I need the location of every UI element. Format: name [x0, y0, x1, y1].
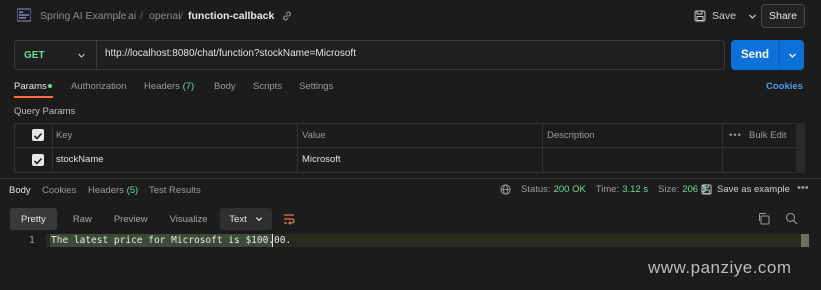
- check-icon: [33, 132, 43, 140]
- tab-scripts[interactable]: Scripts: [253, 81, 282, 92]
- tab-params[interactable]: Params: [14, 81, 47, 92]
- header-checkbox-cell: [15, 124, 53, 148]
- param-value: Microsoft: [302, 154, 341, 165]
- param-description-cell[interactable]: [543, 148, 723, 172]
- response-format-bar: Pretty Raw Preview Visualize: [10, 208, 218, 230]
- cookies-link[interactable]: Cookies: [766, 81, 803, 92]
- save-label: Save: [712, 10, 736, 22]
- select-all-checkbox[interactable]: [32, 129, 44, 141]
- save-icon: [694, 10, 706, 22]
- param-key: stockName: [56, 154, 104, 165]
- tab-headers-label: Headers: [144, 81, 180, 92]
- tab-body[interactable]: Body: [214, 81, 236, 92]
- chevron-down-icon: [77, 53, 85, 58]
- search-icon[interactable]: [785, 212, 798, 225]
- breadcrumb-separator: /: [140, 10, 143, 22]
- line-number: 1: [29, 235, 35, 246]
- text-caret: [272, 234, 273, 247]
- format-visualize-button[interactable]: Visualize: [159, 208, 219, 230]
- query-params-table: Key Value Description ••• Bulk Edit stoc…: [14, 123, 797, 173]
- save-as-example-button[interactable]: Save as example: [701, 184, 790, 195]
- save-as-example-label: Save as example: [717, 184, 790, 195]
- format-pretty-button[interactable]: Pretty: [10, 208, 57, 230]
- time-value[interactable]: 3.12 s: [622, 184, 648, 195]
- link-icon[interactable]: [281, 10, 293, 22]
- column-header-value: Value: [298, 124, 543, 148]
- more-options-icon[interactable]: •••: [729, 130, 742, 141]
- breadcrumb-separator: /: [118, 10, 121, 22]
- column-header-value-label: Value: [302, 130, 326, 141]
- param-key-cell[interactable]: stockName: [53, 148, 298, 172]
- column-header-actions: ••• Bulk Edit: [723, 124, 797, 148]
- copy-icon[interactable]: [757, 212, 770, 225]
- response-tab-test-results[interactable]: Test Results: [149, 185, 201, 196]
- column-header-description: Description: [543, 124, 723, 148]
- size-label: Size:: [658, 184, 680, 195]
- method-label: GET: [24, 49, 45, 61]
- chevron-down-icon: [788, 53, 796, 58]
- headers-count-badge: (7): [182, 81, 195, 92]
- response-tab-cookies[interactable]: Cookies: [42, 185, 76, 196]
- check-icon: [33, 157, 43, 165]
- language-select-value: Text: [229, 213, 247, 225]
- param-value-cell[interactable]: Microsoft: [298, 148, 543, 172]
- breadcrumb-folder-openai[interactable]: openai: [149, 10, 181, 22]
- tab-headers[interactable]: Headers (7): [144, 81, 194, 92]
- breadcrumb-separator: /: [180, 10, 183, 22]
- response-tab-body[interactable]: Body: [9, 185, 31, 196]
- params-active-dot: [48, 84, 52, 88]
- response-tab-headers-label: Headers: [88, 185, 124, 196]
- breadcrumb-current-request[interactable]: function-callback: [188, 10, 274, 22]
- send-button[interactable]: Send: [731, 40, 804, 70]
- column-header-key: Key: [53, 124, 298, 148]
- breadcrumb-collection[interactable]: Spring AI Example: [40, 10, 126, 22]
- response-headers-count-badge: (5): [126, 185, 139, 196]
- chevron-down-icon: [255, 217, 262, 222]
- column-header-description-label: Description: [547, 130, 595, 141]
- send-label: Send: [740, 49, 770, 61]
- active-tab-underline: [14, 96, 53, 98]
- status-label: Status:: [521, 184, 551, 195]
- tab-authorization[interactable]: Authorization: [71, 81, 126, 92]
- query-params-title: Query Params: [14, 106, 76, 117]
- table-scrollbar[interactable]: [796, 123, 805, 173]
- format-raw-button[interactable]: Raw: [62, 208, 103, 230]
- http-request-icon: [17, 8, 31, 22]
- tab-settings[interactable]: Settings: [299, 81, 333, 92]
- row-checkbox-cell: [15, 148, 53, 172]
- save-icon: [701, 184, 712, 195]
- method-select[interactable]: GET: [15, 41, 97, 69]
- response-divider[interactable]: [0, 178, 821, 179]
- response-text[interactable]: The latest price for Microsoft is $100.0…: [50, 234, 292, 247]
- editor-minimap[interactable]: [801, 234, 809, 247]
- format-preview-button[interactable]: Preview: [103, 208, 159, 230]
- column-header-key-label: Key: [56, 130, 73, 141]
- language-select[interactable]: Text: [220, 208, 272, 230]
- more-options-icon[interactable]: •••: [797, 182, 809, 194]
- time-label: Time:: [595, 184, 620, 195]
- breadcrumb-folder-ai[interactable]: ai: [128, 10, 136, 22]
- globe-icon[interactable]: [500, 184, 511, 195]
- response-tab-headers[interactable]: Headers (5): [88, 185, 138, 196]
- url-input[interactable]: http://localhost:8080/chat/function?stoc…: [105, 48, 356, 59]
- share-button[interactable]: Share: [761, 4, 805, 28]
- bulk-edit-link[interactable]: Bulk Edit: [749, 130, 787, 141]
- response-meta: Status: 200 OK Time: 3.12 s Size: 206 B: [500, 184, 707, 195]
- save-button[interactable]: Save: [694, 7, 757, 25]
- url-bar: GET http://localhost:8080/chat/function?…: [14, 40, 725, 70]
- chevron-down-icon[interactable]: [748, 12, 757, 21]
- wrap-lines-icon[interactable]: [281, 211, 297, 227]
- send-options-button[interactable]: [780, 40, 804, 70]
- status-value[interactable]: 200 OK: [554, 184, 586, 195]
- param-enabled-checkbox[interactable]: [32, 154, 44, 166]
- watermark: www.panziye.com: [648, 258, 792, 277]
